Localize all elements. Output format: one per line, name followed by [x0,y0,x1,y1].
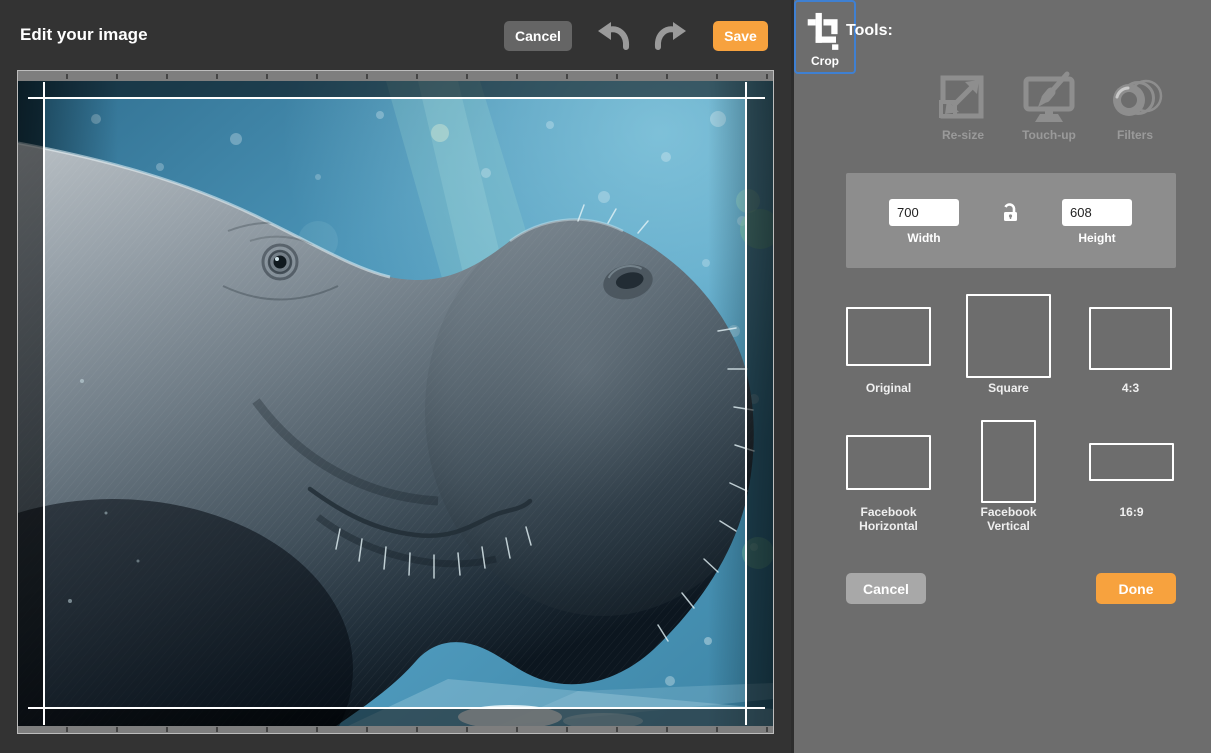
height-label: Height [1054,231,1140,245]
crop-dim-right [746,98,773,708]
tool-touchup-button[interactable] [1021,70,1077,126]
page-title: Edit your image [20,25,148,45]
preset-original-label: Original [834,381,944,395]
crop-dim-top [18,81,773,98]
redo-arrow-icon [651,40,687,55]
crop-dim-bottom [18,708,773,726]
crop-cancel-button[interactable]: Cancel [846,573,926,604]
preset-original-shape [846,307,931,366]
image-area [18,81,773,726]
cancel-button[interactable]: Cancel [504,21,572,51]
preset-4-3-label: 4:3 [1076,381,1186,395]
padlock-unlocked-icon [1001,213,1021,228]
redo-button[interactable] [651,20,687,52]
tool-filters-button[interactable] [1107,70,1163,126]
tools-panel: Tools: Crop [791,0,1211,753]
tool-resize-button[interactable] [935,70,991,126]
preset-square[interactable]: Square [966,294,1051,378]
save-button[interactable]: Save [713,21,768,51]
tool-crop-label: Crop [796,54,854,68]
width-label: Width [881,231,967,245]
crop-done-button[interactable]: Done [1096,573,1176,604]
height-input[interactable] [1062,199,1132,226]
ruler-top [18,71,773,81]
tool-resize-label: Re-size [928,128,998,142]
undo-button[interactable] [597,20,633,52]
ruler-bottom [18,726,773,733]
editor-stage: Edit your image Cancel Save [0,0,791,753]
preset-facebook-vertical[interactable]: Facebook Vertical [981,420,1036,503]
preset-facebook-horizontal[interactable]: Facebook Horizontal [846,435,931,490]
preset-square-shape [966,294,1051,378]
tool-touchup-label: Touch-up [1014,128,1084,142]
preset-16-9-label: 16:9 [1077,505,1187,519]
lens-stack-icon [1107,70,1163,126]
monitor-brush-icon [1021,70,1077,126]
width-input[interactable] [889,199,959,226]
crop-selection-region[interactable] [44,98,746,708]
undo-arrow-icon [597,40,633,55]
preset-16-9-shape [1089,443,1174,481]
preset-4-3-shape [1089,307,1172,370]
preset-facebook-horizontal-label: Facebook Horizontal [839,505,939,533]
tools-panel-title: Tools: [846,22,893,40]
tool-filters-label: Filters [1100,128,1170,142]
aspect-lock-toggle[interactable] [996,199,1026,229]
preset-square-label: Square [954,381,1064,395]
diagonal-resize-square-icon [935,70,991,126]
preset-facebook-vertical-label: Facebook Vertical [959,505,1059,533]
preset-facebook-horizontal-shape [846,435,931,490]
preset-original[interactable]: Original [846,307,931,366]
preset-16-9[interactable]: 16:9 [1089,443,1174,481]
edit-canvas [17,70,774,734]
preset-4-3[interactable]: 4:3 [1089,307,1172,370]
image-editor: Edit your image Cancel Save [0,0,1211,753]
crop-dim-left [18,98,44,708]
crop-dimensions-box: Width Height [846,173,1176,268]
preset-facebook-vertical-shape [981,420,1036,503]
